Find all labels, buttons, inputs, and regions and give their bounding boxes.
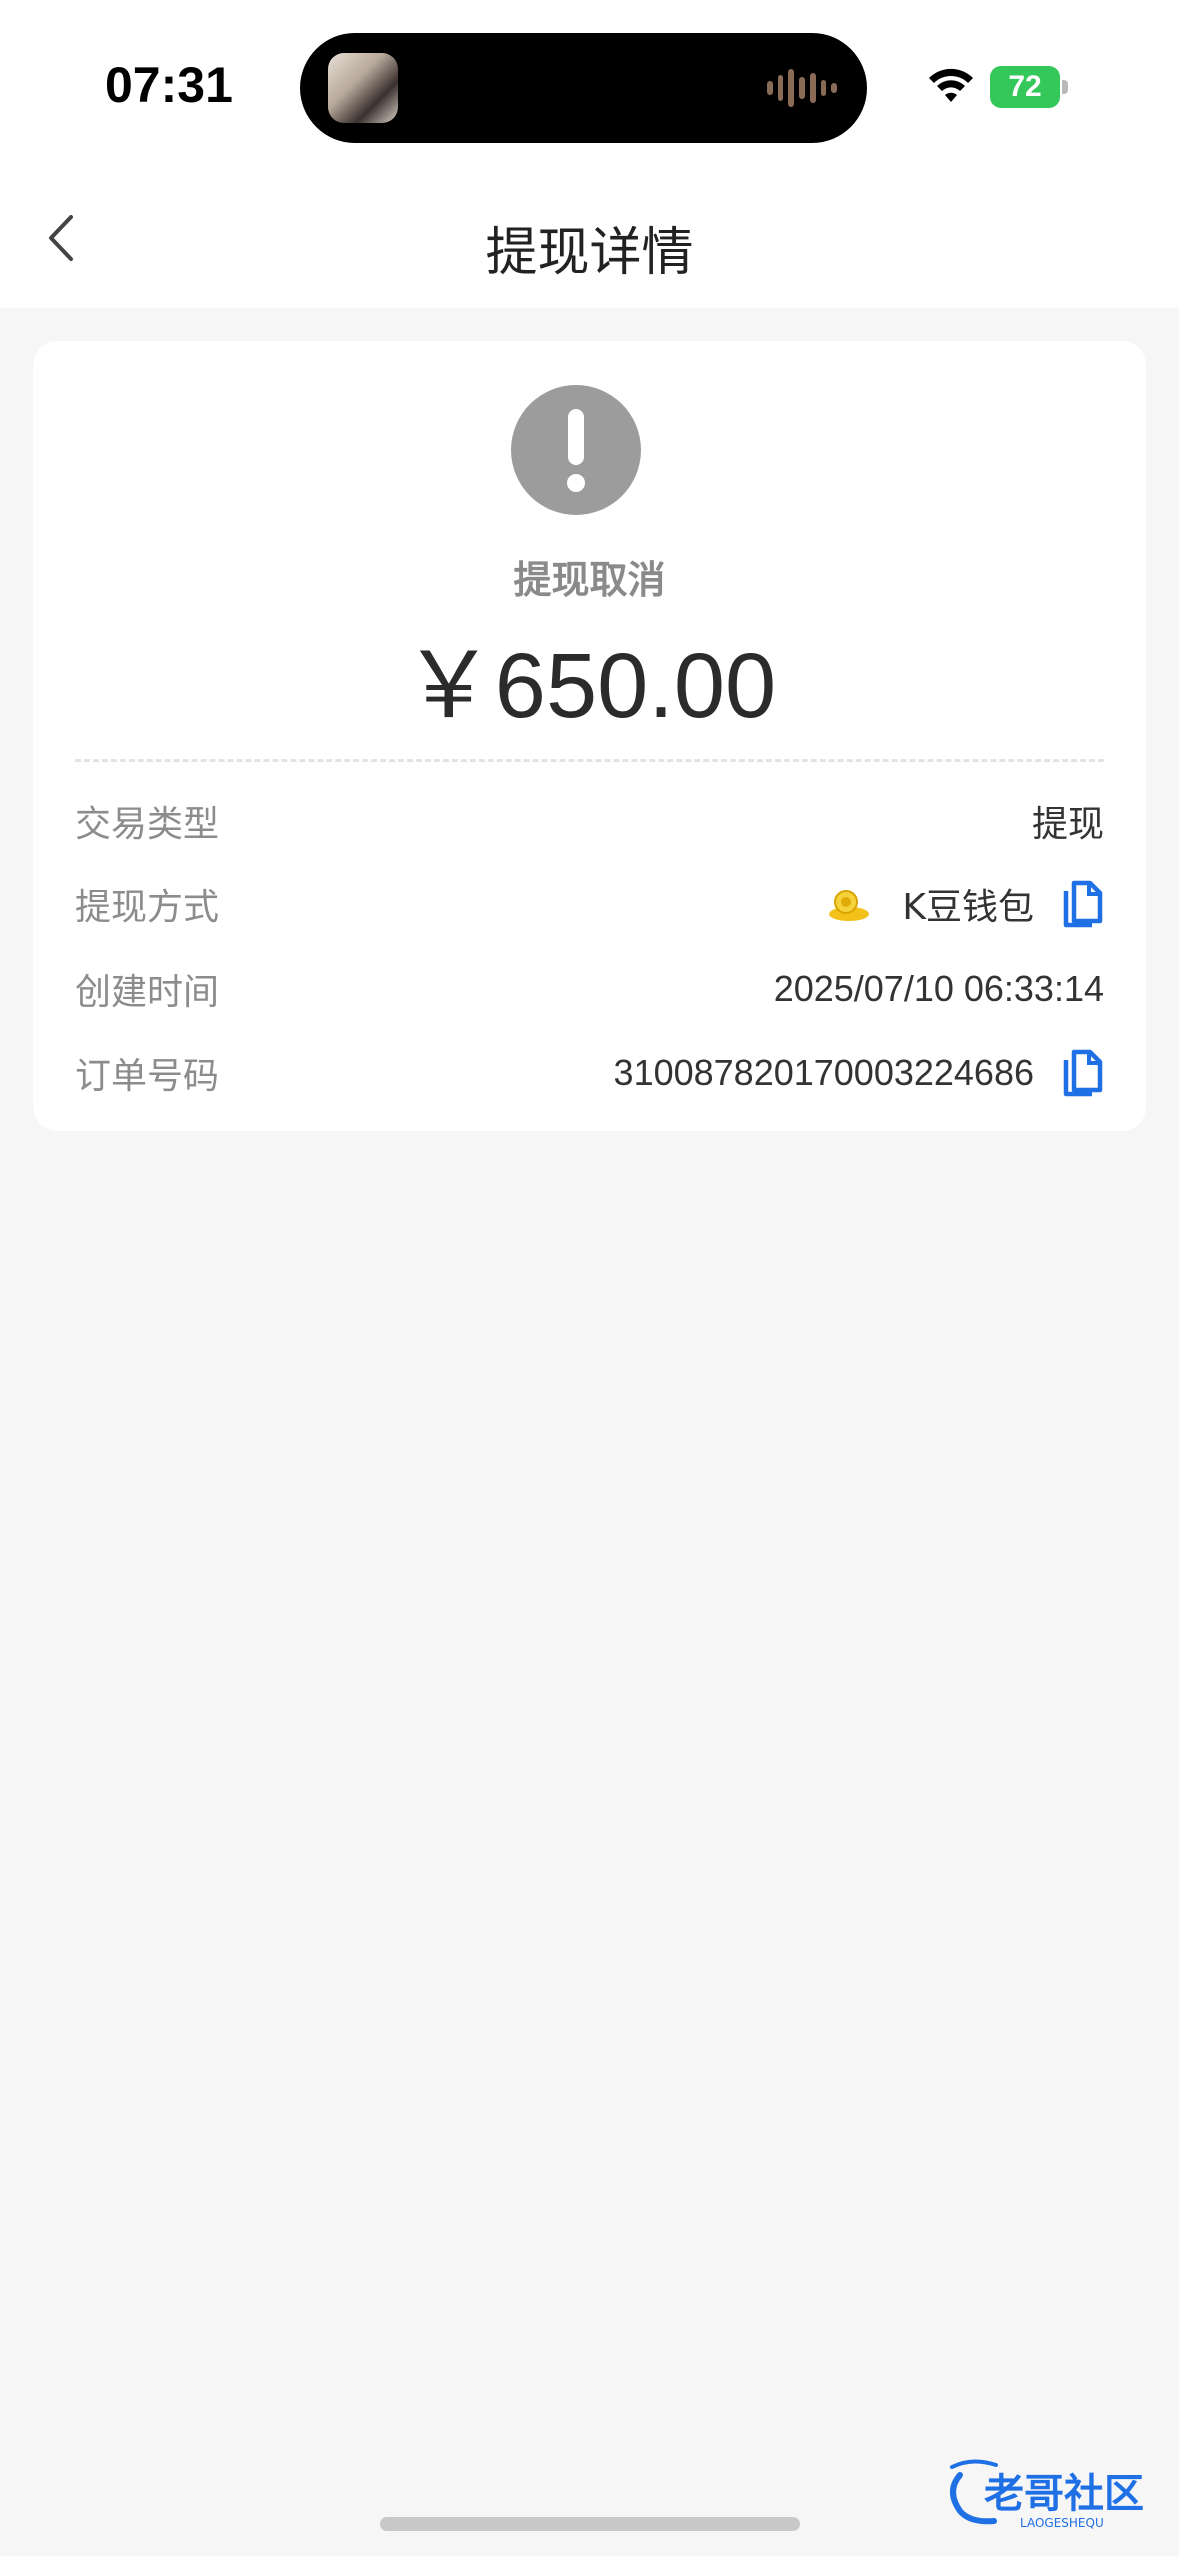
withdraw-detail-card: 提现取消 ￥650.00 交易类型 提现 提现方式 K豆钱包 创建时间 2025… — [33, 341, 1146, 1131]
nav-bar: 提现详情 — [0, 170, 1179, 308]
coin-icon — [824, 882, 874, 926]
svg-text:LAOGESHEQU: LAOGESHEQU — [1020, 2516, 1104, 2530]
row-created-time: 创建时间 2025/07/10 06:33:14 — [75, 959, 1104, 1019]
row-label: 创建时间 — [75, 972, 220, 1013]
status-text: 提现取消 — [513, 558, 666, 602]
audio-wave-icon — [767, 67, 838, 109]
battery-icon: 72 — [990, 66, 1068, 108]
dynamic-island[interactable] — [300, 33, 867, 143]
copy-icon — [1063, 1049, 1103, 1097]
svg-text:老哥社区: 老哥社区 — [984, 2471, 1144, 2517]
row-value: K豆钱包 — [902, 887, 1034, 928]
status-time: 07:31 — [105, 57, 233, 113]
row-value: 2025/07/10 06:33:14 — [773, 968, 1104, 1009]
home-indicator[interactable] — [380, 2517, 800, 2531]
row-value-group: K豆钱包 — [824, 878, 1104, 930]
dashed-divider — [75, 759, 1104, 762]
copy-button[interactable] — [1060, 879, 1104, 929]
row-label: 订单号码 — [75, 1056, 220, 1097]
row-order-number: 订单号码 310087820170003224686 — [75, 1043, 1104, 1103]
page-title: 提现详情 — [485, 223, 694, 283]
row-value: 310087820170003224686 — [613, 1052, 1034, 1093]
row-label: 交易类型 — [75, 804, 220, 845]
row-transaction-type: 交易类型 提现 — [75, 791, 1104, 851]
amount: ￥650.00 — [402, 635, 777, 737]
copy-icon — [1063, 880, 1103, 928]
row-value-group: 310087820170003224686 — [614, 1048, 1104, 1098]
row-label: 提现方式 — [75, 887, 220, 928]
status-bar: 07:31 72 — [0, 0, 1179, 170]
live-activity-avatar[interactable] — [328, 53, 398, 123]
watermark-logo: 老哥社区 LAOGESHEQU — [940, 2455, 1165, 2535]
exclamation-icon — [511, 385, 641, 515]
row-withdraw-method: 提现方式 K豆钱包 — [75, 874, 1104, 934]
row-value: 提现 — [1031, 804, 1104, 845]
battery-level: 72 — [990, 66, 1060, 108]
wifi-icon — [929, 68, 973, 102]
copy-button[interactable] — [1060, 1048, 1104, 1098]
